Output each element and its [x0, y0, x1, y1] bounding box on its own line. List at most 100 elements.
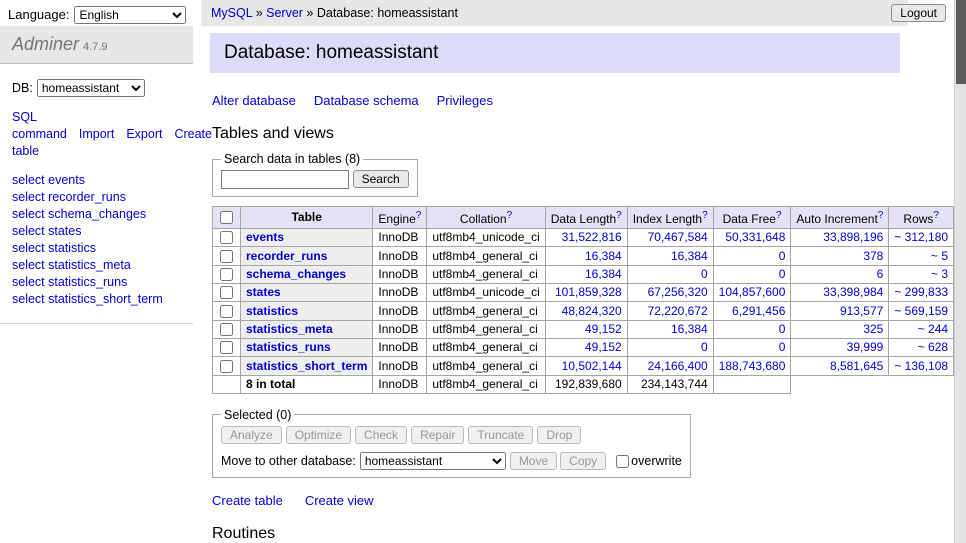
table-select-link-recorder-runs[interactable]: select recorder_runs	[12, 190, 126, 204]
index-length-link[interactable]: 16,384	[671, 322, 708, 336]
move-button[interactable]: Move	[510, 452, 557, 470]
auto-increment-link[interactable]: 33,398,984	[823, 285, 883, 299]
index-length-link[interactable]: 16,384	[671, 249, 708, 263]
auto-increment-link[interactable]: 325	[863, 322, 883, 336]
table-link-statistics-short-term[interactable]: statistics_short_term	[246, 359, 367, 373]
rows-link[interactable]: ~ 312,180	[894, 230, 948, 244]
rows-link[interactable]: ~ 136,108	[894, 359, 948, 373]
db-select[interactable]: homeassistant	[37, 79, 145, 97]
table-select-link-statistics[interactable]: select statistics	[12, 241, 96, 255]
table-link-schema-changes[interactable]: schema_changes	[246, 267, 346, 281]
column-help-link[interactable]: ?	[507, 210, 513, 221]
data-length-link[interactable]: 49,152	[585, 340, 622, 354]
rows-link[interactable]: ~ 5	[931, 249, 948, 263]
table-link-statistics[interactable]: statistics	[246, 304, 298, 318]
link-create-table[interactable]: Create table	[212, 493, 283, 508]
data-free-link[interactable]: 50,331,648	[725, 230, 785, 244]
row-checkbox[interactable]	[220, 250, 233, 263]
table-select-link-events[interactable]: select events	[12, 173, 85, 187]
index-length-link[interactable]: 0	[701, 340, 708, 354]
overwrite-option[interactable]: overwrite	[614, 454, 682, 468]
row-checkbox[interactable]	[220, 341, 233, 354]
breadcrumb-item-mysql[interactable]: MySQL	[211, 6, 252, 20]
move-db-select[interactable]: homeassistant	[360, 452, 506, 470]
index-length-link[interactable]: 24,166,400	[648, 359, 708, 373]
app-name[interactable]: Adminer	[12, 34, 79, 54]
index-length-link[interactable]: 70,467,584	[648, 230, 708, 244]
auto-increment-link[interactable]: 39,999	[847, 340, 884, 354]
table-select-link-statistics-runs[interactable]: select statistics_runs	[12, 275, 127, 289]
data-length-link[interactable]: 10,502,144	[562, 359, 622, 373]
search-input[interactable]	[221, 170, 349, 189]
data-length-link[interactable]: 16,384	[585, 249, 622, 263]
column-help-link[interactable]: ?	[616, 210, 622, 221]
search-button[interactable]: Search	[353, 170, 409, 188]
language-select[interactable]: English	[74, 6, 186, 24]
rows-link[interactable]: ~ 569,159	[894, 304, 948, 318]
column-help-link[interactable]: ?	[933, 210, 939, 221]
action-button-repair[interactable]: Repair	[411, 426, 464, 444]
action-button-truncate[interactable]: Truncate	[468, 426, 533, 444]
auto-increment-link[interactable]: 6	[877, 267, 884, 281]
logout-button[interactable]: Logout	[891, 4, 946, 22]
sidebar-link-sql-command[interactable]: SQL command	[12, 110, 67, 141]
index-length-link[interactable]: 72,220,672	[648, 304, 708, 318]
row-checkbox[interactable]	[220, 360, 233, 373]
data-free-link[interactable]: 104,857,600	[719, 285, 786, 299]
table-link-events[interactable]: events	[246, 230, 284, 244]
sidebar-link-export[interactable]: Export	[126, 127, 162, 141]
sidebar-link-import[interactable]: Import	[79, 127, 114, 141]
auto-increment-link[interactable]: 378	[863, 249, 883, 263]
data-free-link[interactable]: 188,743,680	[719, 359, 786, 373]
row-checkbox[interactable]	[220, 323, 233, 336]
data-length-link[interactable]: 101,859,328	[555, 285, 622, 299]
table-link-statistics-runs[interactable]: statistics_runs	[246, 340, 331, 354]
rows-link[interactable]: ~ 3	[931, 267, 948, 281]
action-button-analyze[interactable]: Analyze	[221, 426, 282, 444]
data-length-link[interactable]: 49,152	[585, 322, 622, 336]
auto-increment-link[interactable]: 33,898,196	[823, 230, 883, 244]
rows-link[interactable]: ~ 244	[918, 322, 948, 336]
row-checkbox[interactable]	[220, 231, 233, 244]
data-length-link[interactable]: 48,824,320	[562, 304, 622, 318]
index-length-link[interactable]: 67,256,320	[648, 285, 708, 299]
column-help-link[interactable]: ?	[776, 210, 782, 221]
column-help-link[interactable]: ?	[878, 210, 884, 221]
table-link-recorder-runs[interactable]: recorder_runs	[246, 249, 327, 263]
auto-increment-link[interactable]: 913,577	[840, 304, 883, 318]
data-length-link[interactable]: 16,384	[585, 267, 622, 281]
table-link-statistics-meta[interactable]: statistics_meta	[246, 322, 333, 336]
copy-button[interactable]: Copy	[560, 452, 606, 470]
select-all-checkbox[interactable]	[220, 211, 233, 224]
data-free-link[interactable]: 0	[779, 267, 786, 281]
auto-increment-link[interactable]: 8,581,645	[830, 359, 883, 373]
table-link-states[interactable]: states	[246, 285, 281, 299]
scrollbar-thumb[interactable]	[956, 0, 966, 84]
table-select-link-statistics-meta[interactable]: select statistics_meta	[12, 258, 131, 272]
data-free-link[interactable]: 0	[779, 340, 786, 354]
table-select-link-schema-changes[interactable]: select schema_changes	[12, 207, 146, 221]
scrollbar[interactable]	[954, 0, 966, 543]
index-length-link[interactable]: 0	[701, 267, 708, 281]
row-checkbox[interactable]	[220, 286, 233, 299]
data-free-link[interactable]: 6,291,456	[732, 304, 785, 318]
table-select-link-statistics-short-term[interactable]: select statistics_short_term	[12, 292, 163, 306]
rows-link[interactable]: ~ 628	[918, 340, 948, 354]
subnav-link-privileges[interactable]: Privileges	[437, 93, 493, 108]
row-checkbox[interactable]	[220, 268, 233, 281]
overwrite-checkbox[interactable]	[616, 455, 629, 468]
data-length-link[interactable]: 31,522,816	[562, 230, 622, 244]
column-help-link[interactable]: ?	[416, 210, 422, 221]
data-free-link[interactable]: 0	[779, 322, 786, 336]
subnav-link-database-schema[interactable]: Database schema	[314, 93, 419, 108]
action-button-check[interactable]: Check	[355, 426, 407, 444]
table-select-link-states[interactable]: select states	[12, 224, 81, 238]
action-button-drop[interactable]: Drop	[537, 426, 581, 444]
subnav-link-alter-database[interactable]: Alter database	[212, 93, 296, 108]
data-free-link[interactable]: 0	[779, 249, 786, 263]
row-checkbox[interactable]	[220, 305, 233, 318]
column-help-link[interactable]: ?	[702, 210, 708, 221]
rows-link[interactable]: ~ 299,833	[894, 285, 948, 299]
action-button-optimize[interactable]: Optimize	[286, 426, 351, 444]
breadcrumb-item-server[interactable]: Server	[266, 6, 303, 20]
